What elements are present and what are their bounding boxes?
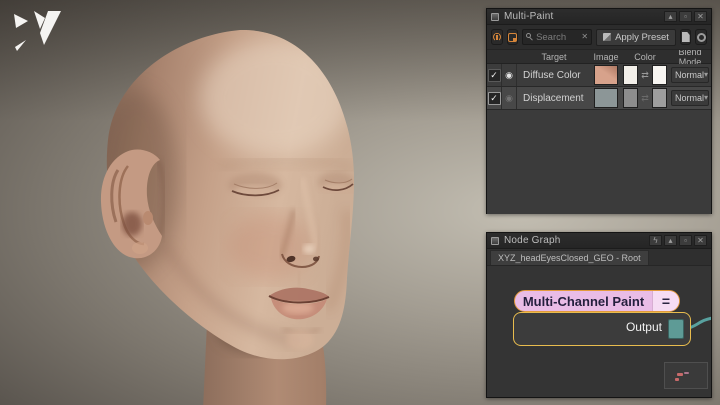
close-icon[interactable]: ✕ — [694, 11, 707, 22]
search-box[interactable]: ✕ — [522, 29, 593, 45]
paint-target-icon — [507, 32, 517, 42]
apply-preset-label: Apply Preset — [615, 31, 669, 43]
node-menu-handle[interactable]: = — [652, 291, 679, 311]
node-graph-minimap[interactable] — [664, 362, 708, 389]
image-thumbnail[interactable] — [594, 65, 618, 85]
visibility-eye-icon[interactable]: ◉ — [505, 93, 513, 103]
column-color: Color — [634, 51, 656, 62]
node-graph-tabbar: XYZ_headEyesClosed_GEO - Root — [487, 249, 711, 266]
multi-paint-toolbar: ✕ Apply Preset — [487, 25, 711, 50]
image-thumbnail[interactable] — [594, 88, 618, 108]
search-input[interactable] — [536, 31, 580, 43]
power-icon — [492, 33, 501, 41]
channel-table-empty-area[interactable] — [487, 110, 711, 214]
preset-icon — [603, 33, 612, 41]
collapse-icon[interactable]: ▴ — [664, 235, 677, 246]
snap-icon[interactable]: ϟ — [649, 235, 662, 246]
xyz-logo-icon — [14, 11, 61, 51]
visibility-eye-icon[interactable]: ◉ — [505, 70, 513, 80]
minimap-node-mark — [675, 378, 679, 381]
apply-preset-button[interactable]: Apply Preset — [596, 28, 676, 46]
gear-icon — [696, 32, 706, 42]
column-target: Target — [541, 51, 567, 62]
graph-tab[interactable]: XYZ_headEyesClosed_GEO - Root — [490, 250, 649, 265]
color-swatch-secondary[interactable] — [652, 65, 667, 85]
chevron-down-icon: ▾ — [704, 93, 709, 102]
new-preset-button[interactable] — [679, 29, 692, 45]
multi-paint-titlebar[interactable]: Multi-Paint ▴ ▫ ✕ — [487, 9, 711, 25]
panel-icon — [491, 12, 499, 21]
node-graph-canvas[interactable]: Multi-Channel Paint = Output — [487, 266, 711, 397]
blend-mode-dropdown[interactable]: Normal ▾ — [671, 90, 709, 106]
settings-button[interactable] — [695, 29, 707, 45]
target-label: Diffuse Color — [523, 69, 581, 81]
table-row-diffuse-color[interactable]: ✓ ◉ Diffuse Color ⇄ Normal ▾ — [487, 64, 711, 87]
head-model-3d — [100, 29, 355, 405]
search-icon — [526, 33, 534, 41]
color-swatch-primary[interactable] — [623, 65, 638, 85]
collapse-icon[interactable]: ▴ — [664, 11, 677, 22]
minimap-node-mark — [684, 372, 689, 374]
multi-paint-panel: Multi-Paint ▴ ▫ ✕ ✕ Apply Preset — [486, 8, 712, 214]
panel-icon — [491, 236, 499, 245]
color-swatch-secondary[interactable] — [652, 88, 667, 108]
channel-table-header: Target Image Color Blend Mode — [487, 47, 711, 67]
float-window-icon[interactable]: ▫ — [679, 235, 692, 246]
output-port-label: Output — [625, 320, 662, 334]
minimap-node-mark — [677, 373, 683, 376]
float-window-icon[interactable]: ▫ — [679, 11, 692, 22]
enable-checkbox[interactable]: ✓ — [487, 68, 501, 82]
blend-mode-value: Normal — [675, 93, 705, 103]
target-label: Displacement — [523, 92, 584, 104]
paint-enable-button[interactable] — [491, 29, 503, 45]
multi-channel-paint-node-header[interactable]: Multi-Channel Paint = — [514, 290, 680, 312]
blend-mode-dropdown[interactable]: Normal ▾ — [671, 67, 709, 83]
close-icon[interactable]: ✕ — [694, 235, 707, 246]
node-graph-titlebar[interactable]: Node Graph ϟ ▴ ▫ ✕ — [487, 233, 711, 249]
multi-channel-paint-node-body[interactable]: Output — [513, 312, 691, 346]
color-swatch-primary[interactable] — [623, 88, 638, 108]
output-port[interactable] — [668, 319, 684, 339]
node-title: Multi-Channel Paint — [522, 293, 645, 309]
clear-search-icon[interactable]: ✕ — [581, 33, 588, 41]
swap-colors-icon[interactable]: ⇄ — [638, 93, 652, 104]
panel-title: Node Graph — [504, 235, 561, 246]
column-image: Image — [593, 51, 619, 62]
application-window: Multi-Paint ▴ ▫ ✕ ✕ Apply Preset — [0, 0, 720, 405]
swap-colors-icon[interactable]: ⇄ — [638, 70, 652, 81]
enable-checkbox[interactable]: ✓ — [487, 91, 501, 105]
panel-title: Multi-Paint — [504, 11, 554, 22]
table-row-displacement[interactable]: ✓ ◉ Displacement ⇄ Normal ▾ — [487, 87, 711, 110]
node-graph-panel: Node Graph ϟ ▴ ▫ ✕ XYZ_headEyesClosed_GE… — [486, 232, 712, 398]
paint-target-button[interactable] — [506, 29, 519, 45]
chevron-down-icon: ▾ — [704, 70, 709, 79]
blend-mode-value: Normal — [675, 70, 705, 80]
document-icon — [681, 32, 690, 42]
